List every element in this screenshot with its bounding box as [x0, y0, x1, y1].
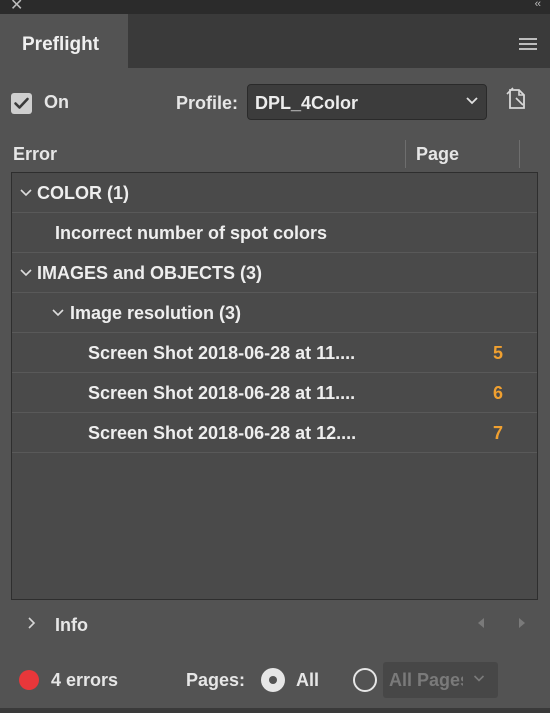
tree-row-label: Incorrect number of spot colors [55, 223, 328, 243]
tree-row-label: Screen Shot 2018-06-28 at 12.... [88, 423, 357, 443]
tree-row-label: Screen Shot 2018-06-28 at 11.... [88, 383, 356, 403]
double-chevron-icon[interactable]: ‹‹ [535, 0, 541, 10]
previous-icon[interactable] [476, 617, 486, 629]
checkmark-icon [14, 97, 29, 109]
panel-bottom-edge [0, 708, 550, 713]
tree-row-label: Screen Shot 2018-06-28 at 11.... [88, 343, 356, 363]
chevron-down-icon [466, 97, 478, 105]
pages-range-radio[interactable] [353, 668, 377, 692]
column-header-error[interactable]: Error [13, 144, 57, 165]
on-label: On [44, 92, 69, 112]
next-icon[interactable] [517, 617, 527, 629]
tab-preflight-label: Preflight [22, 34, 100, 55]
close-icon[interactable]: ✕ [10, 0, 23, 15]
error-count-label[interactable]: 4 errors [51, 670, 118, 691]
pages-label: Pages: [186, 670, 246, 690]
chevron-right-icon[interactable] [27, 614, 37, 635]
column-divider[interactable] [519, 140, 520, 168]
tree-row-label: Image resolution (3) [70, 303, 242, 323]
page-link[interactable]: 6 [493, 383, 503, 404]
column-header-page[interactable]: Page [416, 144, 459, 165]
chevron-down-icon[interactable] [19, 185, 33, 201]
page-range-placeholder: All Pages [389, 670, 463, 690]
profile-label: Profile: [176, 93, 239, 113]
info-section-label[interactable]: Info [55, 615, 88, 636]
pages-all-label: All [296, 670, 320, 690]
profile-select-value: DPL_4Color [255, 93, 359, 113]
panel-title-bar [0, 0, 550, 14]
chevron-down-icon [473, 675, 485, 682]
column-divider[interactable] [405, 140, 406, 168]
on-checkbox[interactable] [11, 93, 32, 114]
pages-all-radio[interactable] [261, 668, 285, 692]
page-link[interactable]: 5 [493, 343, 503, 364]
hamburger-menu-icon[interactable] [519, 38, 537, 53]
chevron-down-icon[interactable] [19, 265, 33, 281]
status-error-icon [19, 670, 39, 690]
tree-row-label: COLOR (1) [37, 183, 129, 203]
tree-row-label: IMAGES and OBJECTS (3) [37, 263, 263, 283]
chevron-down-icon[interactable] [51, 305, 65, 321]
define-profiles-icon[interactable] [504, 86, 530, 112]
page-link[interactable]: 7 [493, 423, 503, 444]
